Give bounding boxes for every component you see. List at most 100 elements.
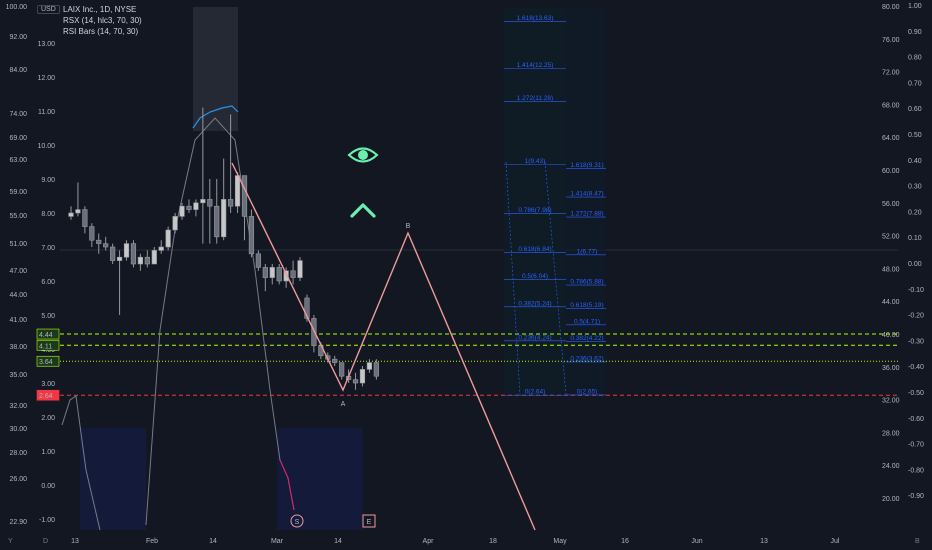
candle-body [68,212,74,217]
corner-label-y[interactable]: Y [8,538,13,545]
price-tick-label-inner: 13.00 [37,41,55,48]
price-tick-label: 55.00 [9,213,27,220]
price-tick-label: 74.00 [9,111,27,118]
right-tick-label: 48.00 [882,266,900,273]
price-tick-label-inner: 6.00 [41,279,55,286]
legend-rsi-bars: RSI Bars (14, 70, 30) [63,27,139,36]
candlestick-chart[interactable]: 13 Feb 14 Mar 14 Apr 18 May 16 Jun 13 Jul 100.00 92.0… [0,0,932,550]
price-axis-tag-label: 4.11 [39,343,52,350]
right-tick-label: 80.00 [882,4,900,11]
fib-level-label: 0.618(6.84) [518,246,551,253]
candle-body [332,358,338,363]
x-tick-label: 13 [71,538,79,545]
candle-body [352,379,359,384]
candle-body [172,216,178,231]
right-tick-label: 52.00 [882,234,900,241]
fib-level-label: 1.272(11.28) [517,95,553,102]
right-tick-label: 60.00 [882,168,900,175]
fib-level-label: 1.414(12.25) [517,62,554,69]
candle-body [179,205,185,217]
right-tick-label: 24.00 [882,463,900,470]
oscillator-tick-label: -0.90 [908,493,924,500]
candle-body [103,243,109,248]
price-tick-label-inner: 7.00 [41,245,55,252]
price-tick-label-inner: 0.00 [41,483,55,490]
x-tick-label: 16 [621,538,629,545]
fib-level-label: 1(9.43) [525,158,546,165]
candle-body [144,256,150,265]
candle-body [241,175,248,217]
oscillator-tick-label: 0.80 [908,55,922,62]
candle-body [186,205,192,210]
oscillator-tick-label: -0.70 [908,442,924,449]
legend-rsx: RSX (14, hlc3, 70, 30) [63,16,142,25]
candle-body [214,205,220,238]
candle-body [123,243,130,258]
candle-body [339,362,345,377]
price-tick-label-inner: 9.00 [41,177,55,184]
right-tick-label: 68.00 [882,102,900,109]
eye-icon [347,147,379,163]
fib-level-label: 0.5(4.71) [574,318,600,325]
right-tick-label: 32.00 [882,398,900,405]
right-tick-label: 44.00 [882,299,900,306]
candle-body [234,175,241,207]
x-tick-label: Feb [146,538,158,545]
corner-label-d[interactable]: D [43,538,48,545]
fib-level-label: 0.786(5.88) [570,279,603,286]
oscillator-tick-label: 0.70 [908,80,922,87]
candle-body [116,256,123,261]
price-tick-label: 28.00 [9,450,27,457]
corner-label-b[interactable]: B [915,538,920,545]
rsi-zone-left [80,428,146,530]
oscillator-tick-label: 1.00 [908,3,922,10]
fib-level-label: 1.618(13.63) [517,15,554,22]
indicator-line [145,117,295,526]
fib-level-label: 1.618(9.31) [570,162,603,169]
session-marker-label: E [367,519,372,526]
oscillator-tick-label: -0.40 [908,364,924,371]
right-tick-label: 64.00 [882,135,900,142]
rsi-zone-right [277,428,363,530]
oscillator-tick-label: -0.10 [908,287,924,294]
fib-level-label: 0.382(4.22) [570,335,603,342]
candle-body [269,267,275,278]
oscillator-tick-label: -0.80 [908,467,924,474]
oscillator-tick-label: 0.60 [908,106,922,113]
candle-body [255,253,261,268]
price-tick-label: 30.00 [9,426,27,433]
price-tick-label-inner: 10.00 [37,143,55,150]
price-tick-label-inner: 2.00 [41,415,55,422]
candle-body [366,362,373,370]
right-tick-label: 72.00 [882,70,900,77]
pattern-point-label: B [406,223,411,230]
candle-body [193,202,199,210]
oscillator-tick-label: -0.60 [908,416,924,423]
candle-body [96,239,102,244]
price-tick-label: 59.00 [9,189,27,196]
x-tick-label: 14 [209,538,217,545]
candle-body [137,256,144,265]
price-tick-label: 41.00 [9,317,27,324]
currency-label[interactable]: USD [37,5,60,14]
price-tick-label: 100.00 [6,4,28,11]
candle-body [200,199,206,204]
candle-body [297,260,303,278]
price-tick-label-inner: -1.00 [39,517,55,524]
chevron-up-icon [350,203,376,218]
oscillator-tick-label: 0.40 [908,158,922,165]
fib-level-label: 0(2.65) [577,388,598,395]
fib-level-label: 0.236(4.24) [518,334,551,341]
x-tick-label: 18 [489,538,497,545]
candle-body [221,199,227,238]
fib-level-label: 0.618(5.19) [570,302,603,309]
price-tick-label-inner: 12.00 [37,75,55,82]
eye-icon-pupil [358,150,368,160]
candle-body [75,209,81,214]
price-tick-label: 22.90 [9,519,27,526]
fib-level-label: 0(2.64) [525,389,546,396]
pattern-point-label: A [341,401,346,408]
fib-level-label: 0.382(5.24) [518,300,551,307]
price-tick-label: 63.00 [9,157,27,164]
right-tick-label: 28.00 [882,430,900,437]
